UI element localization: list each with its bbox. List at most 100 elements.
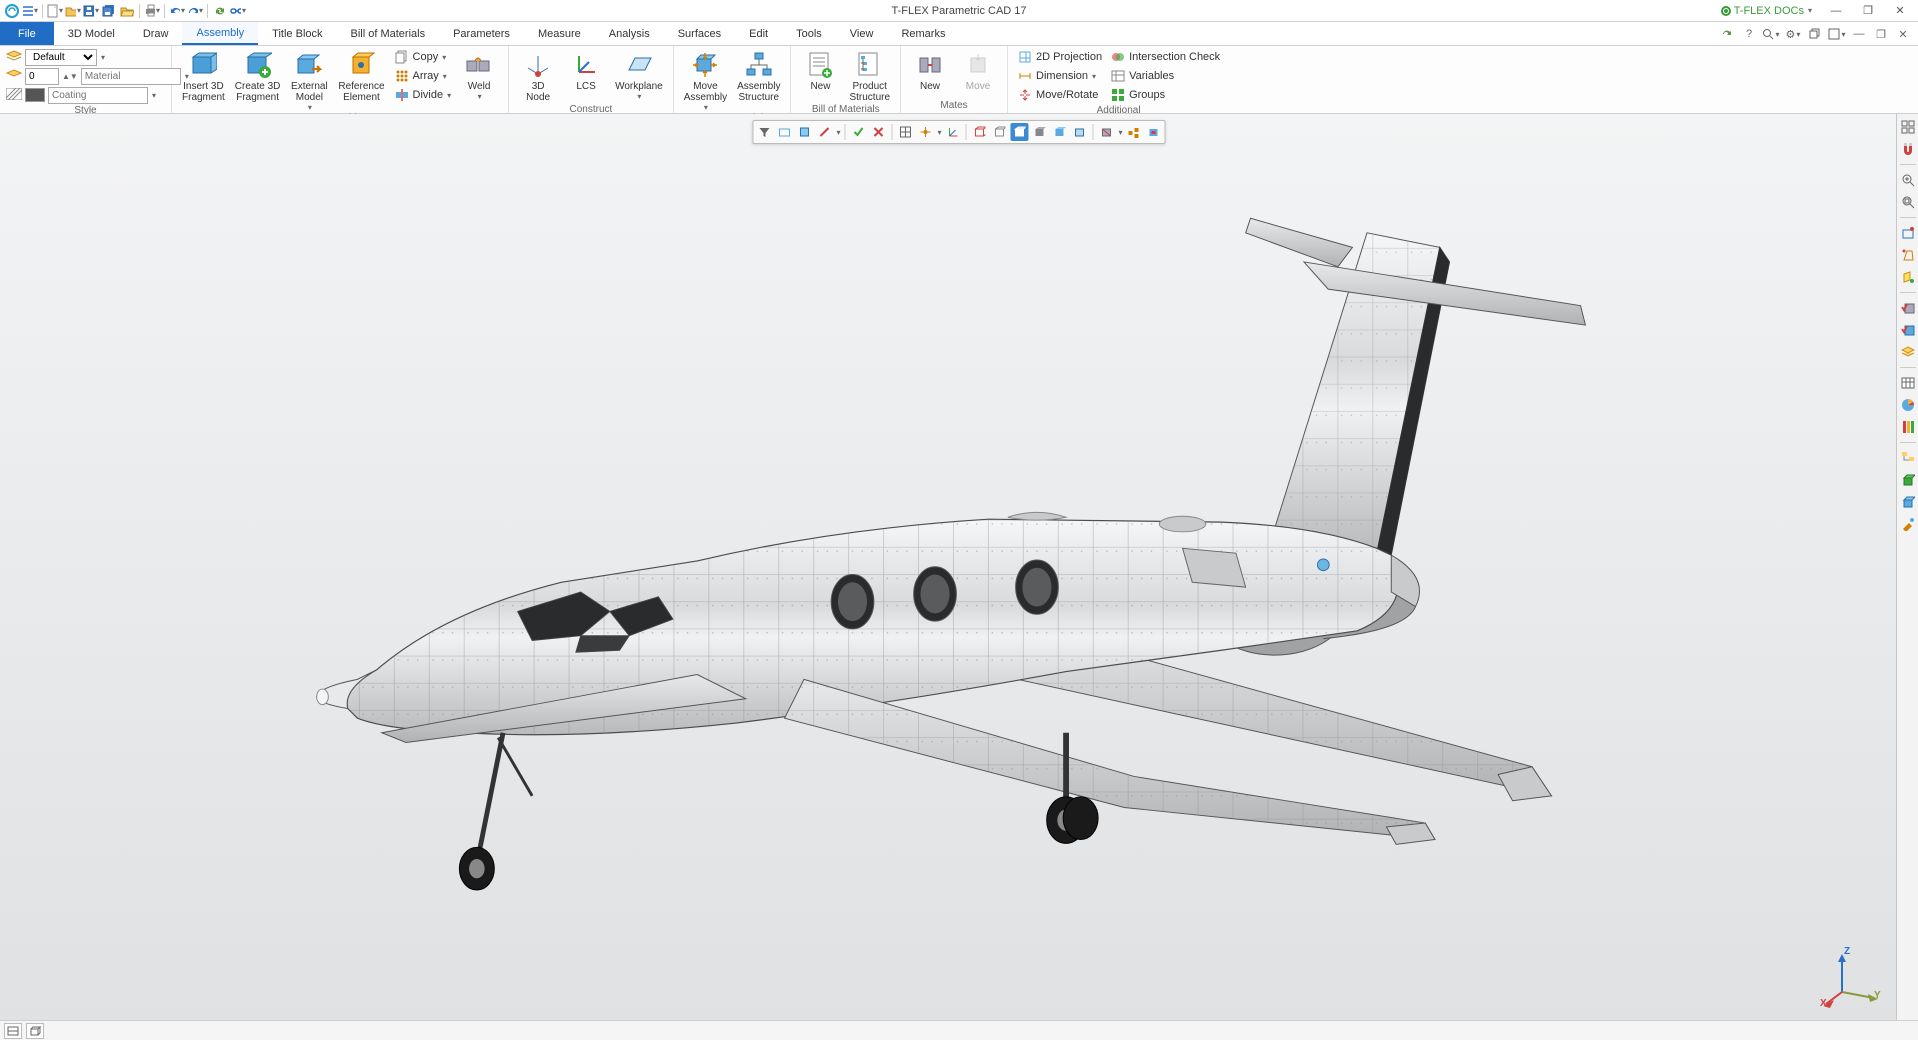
wire-icon[interactable]: [971, 123, 989, 141]
magnet-icon[interactable]: [1899, 140, 1917, 158]
assembly-structure-button[interactable]: Assembly Structure: [733, 48, 784, 103]
axes-icon[interactable]: [944, 123, 962, 141]
origin-icon[interactable]: [916, 123, 934, 141]
sel-face-icon[interactable]: [795, 123, 813, 141]
level-number-input[interactable]: [25, 68, 59, 85]
app-icon[interactable]: [4, 3, 20, 19]
create-3d-fragment-button[interactable]: Create 3D Fragment: [231, 48, 285, 103]
mate-new-button[interactable]: New: [907, 48, 953, 92]
minimize-button[interactable]: —: [1824, 2, 1848, 20]
render-icon[interactable]: [1051, 123, 1069, 141]
groups-button[interactable]: Groups: [1107, 86, 1223, 104]
zoom-fit-icon[interactable]: [1899, 171, 1917, 189]
mdi-min-icon[interactable]: —: [1850, 25, 1868, 43]
bom-new-button[interactable]: New: [797, 48, 843, 92]
ortho-icon[interactable]: [1899, 224, 1917, 242]
cube-green-icon[interactable]: [1899, 471, 1917, 489]
explode-icon[interactable]: [1125, 123, 1143, 141]
insert-3d-fragment-button[interactable]: Insert 3D Fragment: [178, 48, 229, 103]
tab-bom[interactable]: Bill of Materials: [337, 22, 440, 45]
tab-measure[interactable]: Measure: [524, 22, 595, 45]
view-3d-button[interactable]: [26, 1023, 44, 1039]
external-model-button[interactable]: External Model▾: [286, 48, 332, 112]
close-button[interactable]: ✕: [1888, 2, 1912, 20]
move-assembly-button[interactable]: Move Assembly▾: [680, 48, 731, 112]
tab-parameters[interactable]: Parameters: [439, 22, 524, 45]
view-front-icon[interactable]: [1899, 268, 1917, 286]
tab-analysis[interactable]: Analysis: [595, 22, 664, 45]
new-doc-icon[interactable]: ▾: [47, 3, 63, 19]
save-all-icon[interactable]: [101, 3, 117, 19]
tab-title-block[interactable]: Title Block: [258, 22, 336, 45]
layers-icon[interactable]: [1899, 343, 1917, 361]
tab-assembly[interactable]: Assembly: [182, 22, 258, 45]
section-icon[interactable]: [1098, 123, 1116, 141]
zoom-window-icon[interactable]: [1899, 193, 1917, 211]
sel-box-icon[interactable]: [775, 123, 793, 141]
tab-view[interactable]: View: [836, 22, 888, 45]
hidden-wire-icon[interactable]: [991, 123, 1009, 141]
refresh-small-icon[interactable]: [1718, 25, 1736, 43]
tab-edit[interactable]: Edit: [735, 22, 782, 45]
undo-icon[interactable]: ▾: [169, 3, 185, 19]
open-folder-icon[interactable]: [119, 3, 135, 19]
variables-button[interactable]: Variables: [1107, 67, 1223, 85]
check-green-icon[interactable]: [849, 123, 867, 141]
print-icon[interactable]: ▾: [144, 3, 160, 19]
lcs-button[interactable]: LCS: [563, 48, 609, 92]
tab-3d-model[interactable]: 3D Model: [54, 22, 129, 45]
menu-icon[interactable]: ▾: [22, 3, 38, 19]
tab-file[interactable]: File: [0, 22, 54, 45]
sel-edge-icon[interactable]: [815, 123, 833, 141]
camera-icon[interactable]: [1145, 123, 1163, 141]
redo-icon[interactable]: ▾: [187, 3, 203, 19]
color-swatch[interactable]: [25, 88, 45, 102]
check-box1-icon[interactable]: [1899, 299, 1917, 317]
tab-tools[interactable]: Tools: [782, 22, 836, 45]
tab-remarks[interactable]: Remarks: [887, 22, 959, 45]
3d-model[interactable]: [60, 194, 1878, 990]
array-button[interactable]: Array▾: [391, 67, 455, 85]
save-icon[interactable]: ▾: [83, 3, 99, 19]
intersection-check-button[interactable]: Intersection Check: [1107, 48, 1223, 66]
cancel-red-icon[interactable]: [869, 123, 887, 141]
view-2d-button[interactable]: [4, 1023, 22, 1039]
help-icon[interactable]: ?: [1740, 25, 1758, 43]
transparent-icon[interactable]: [1071, 123, 1089, 141]
2d-projection-button[interactable]: 2D Projection: [1014, 48, 1105, 66]
maximize-button[interactable]: ❐: [1856, 2, 1880, 20]
grid-icon[interactable]: [896, 123, 914, 141]
dimension-button[interactable]: Dimension▾: [1014, 67, 1105, 85]
open-icon[interactable]: ▾: [65, 3, 81, 19]
shaded-edges-icon[interactable]: [1011, 123, 1029, 141]
mdi-close-icon[interactable]: ✕: [1894, 25, 1912, 43]
filter-icon[interactable]: [755, 123, 773, 141]
weld-button[interactable]: Weld▾: [456, 48, 502, 101]
regen-icon[interactable]: [212, 3, 228, 19]
coating-input[interactable]: [48, 87, 148, 104]
shaded-icon[interactable]: [1031, 123, 1049, 141]
reference-element-button[interactable]: Reference Element: [334, 48, 388, 103]
link-icon[interactable]: ▾: [230, 3, 246, 19]
grid-view-icon[interactable]: [1899, 118, 1917, 136]
persp-icon[interactable]: [1899, 246, 1917, 264]
product-structure-button[interactable]: Product Structure: [845, 48, 894, 103]
cube-blue-icon[interactable]: [1899, 493, 1917, 511]
mdi-restore-icon[interactable]: ❐: [1872, 25, 1890, 43]
probe-icon[interactable]: [1899, 515, 1917, 533]
tree-yellow-icon[interactable]: [1899, 449, 1917, 467]
divide-button[interactable]: Divide▾: [391, 86, 455, 104]
pie-icon[interactable]: [1899, 396, 1917, 414]
tflex-docs-button[interactable]: T-FLEX DOCs▾: [1717, 5, 1816, 17]
cascade-icon[interactable]: [1806, 25, 1824, 43]
gear-icon[interactable]: ⚙▾: [1784, 25, 1802, 43]
copy-button[interactable]: Copy▾: [391, 48, 455, 66]
workplane-button[interactable]: Workplane▾: [611, 48, 667, 101]
table-icon[interactable]: [1899, 374, 1917, 392]
3d-node-button[interactable]: 3D Node: [515, 48, 561, 103]
tile-icon[interactable]: ▾: [1828, 25, 1846, 43]
3d-viewport[interactable]: ▾ ▾ ▾: [0, 114, 1918, 1020]
axis-gizmo[interactable]: Z Y X: [1824, 948, 1884, 1008]
material-input[interactable]: [81, 68, 181, 85]
search-small-icon[interactable]: ▾: [1762, 25, 1780, 43]
